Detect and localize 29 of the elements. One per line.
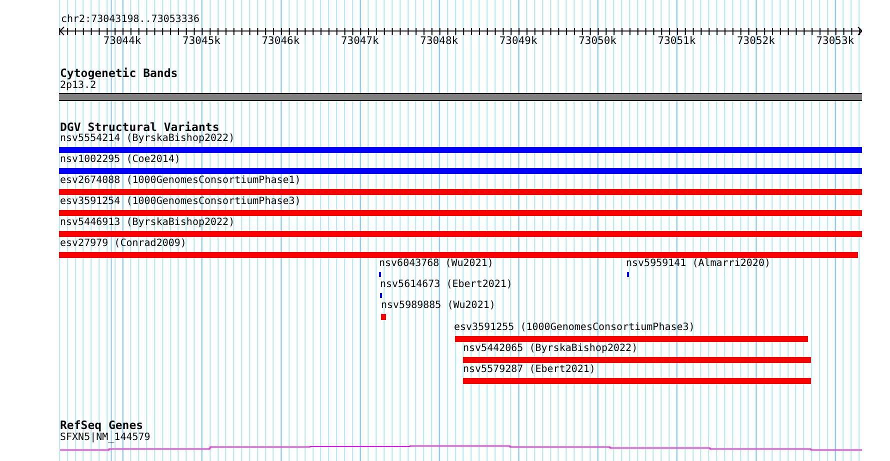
- variant-label: esv2674088 (1000GenomesConsortiumPhase1): [60, 175, 301, 187]
- tick-label: 73052k: [736, 35, 776, 47]
- tick-label: 73050k: [578, 35, 618, 47]
- variant-label: nsv6043768 (Wu2021): [379, 258, 494, 270]
- track-title: RefSeq Genes: [60, 419, 144, 432]
- track-title: DGV Structural Variants: [60, 121, 220, 134]
- variant-label: nsv5554214 (ByrskaBishop2022): [60, 133, 235, 145]
- tick-label: 73051k: [656, 35, 697, 47]
- tick-label: 73048k: [419, 35, 460, 47]
- track-title: Cytogenetic Bands: [60, 67, 178, 80]
- tick-label: 73046k: [260, 35, 301, 47]
- variant-label: nsv5989885 (Wu2021): [381, 300, 496, 312]
- variant-label: nsv1002295 (Coe2014): [60, 154, 180, 166]
- variant-label: nsv5614673 (Ebert2021): [380, 279, 512, 291]
- variant-label: esv3591254 (1000GenomesConsortiumPhase3): [60, 196, 301, 208]
- tick-label: 73045k: [182, 35, 222, 47]
- band-label: 2p13.2: [60, 80, 96, 92]
- tick-label: 73049k: [498, 35, 538, 47]
- tick-label: 73047k: [340, 35, 380, 47]
- location-label: chr2:73043198..73053336: [61, 14, 200, 26]
- variant-label: nsv5579287 (Ebert2021): [463, 364, 596, 376]
- gene-label: SFXN5|NM_144579: [60, 432, 150, 444]
- variant-label: nsv5959141 (Almarri2020): [626, 258, 770, 270]
- variant-label: esv3591255 (1000GenomesConsortiumPhase3): [454, 322, 695, 334]
- tick-label: 73053k: [815, 35, 856, 47]
- variant-label: esv27979 (Conrad2009): [60, 238, 186, 250]
- variant-label: nsv5446913 (ByrskaBishop2022): [60, 217, 235, 229]
- variant-label: nsv5442065 (ByrskaBishop2022): [463, 343, 638, 355]
- tick-label: 73044k: [102, 35, 142, 47]
